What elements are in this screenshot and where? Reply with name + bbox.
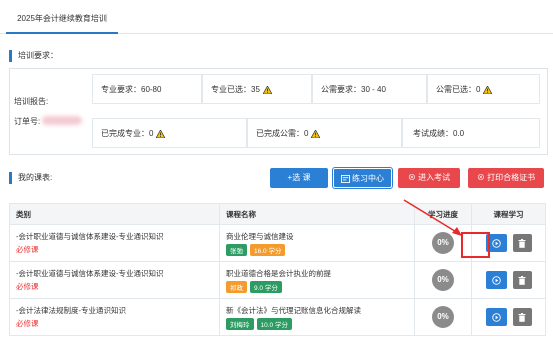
delete-button[interactable] <box>512 308 532 326</box>
order-number-redacted <box>42 116 82 125</box>
header-course-name: 课程名称 <box>219 203 415 225</box>
progress-badge: 0% <box>432 269 454 291</box>
category-text: -会计职业道德与诚信体系建设-专业通识知识 <box>16 269 164 278</box>
table-header-row: 类别 课程名称 学习进度 课程学习 <box>9 203 546 225</box>
professional-selected-text: 专业已选：35 <box>211 85 260 94</box>
public-selected-cell: 公需已选：0 <box>427 74 540 104</box>
teacher-tag: 刘梅玲 <box>226 317 254 330</box>
category-cell: -会计职业道德与诚信体系建设-专业通识知识 必修课 <box>9 224 220 262</box>
delete-button[interactable] <box>512 234 532 252</box>
course-name[interactable]: 新《会计法》与代理记账信息化合规解读 <box>226 306 361 315</box>
practice-icon <box>341 174 350 183</box>
trash-icon <box>518 275 526 285</box>
trash-icon <box>518 238 526 248</box>
public-requirement-text: 公需要求：30 - 40 <box>321 85 386 94</box>
practice-center-label: 练习中心 <box>352 174 384 183</box>
exam-score-cell: 考试成绩：0.0 <box>402 118 540 148</box>
course-table: 类别 课程名称 学习进度 课程学习 -会计职业道德与诚信体系建设-专业通识知识必… <box>9 203 546 336</box>
teacher-tag: 祁政 <box>226 280 247 293</box>
progress-cell: 0% <box>414 298 472 336</box>
header-category: 类别 <box>9 203 220 225</box>
add-course-button[interactable]: +选 课 <box>270 168 328 188</box>
public-requirement-cell: 公需要求：30 - 40 <box>312 74 427 104</box>
progress-badge: 0% <box>432 306 454 328</box>
credit-tag: 9.0 学分 <box>250 280 282 293</box>
required-label: 必修课 <box>16 245 39 254</box>
table-row: -会计职业道德与诚信体系建设-专业通识知识 必修课 职业道德合格是会计执业的前提祁… <box>9 261 546 299</box>
exam-score-text: 考试成绩：0.0 <box>413 129 465 138</box>
table-row: -会计法律法规制度-专业通识知识 必修课 新《会计法》与代理记账信息化合规解读刘梅… <box>9 298 546 336</box>
completed-public-text: 已完成公需：0 <box>256 129 309 138</box>
play-button[interactable] <box>485 271 507 289</box>
training-report-label: 培训报告: <box>14 97 49 106</box>
annotation-arrow <box>403 199 462 236</box>
practice-center-button[interactable]: 练习中心 <box>332 167 393 189</box>
header-study: 课程学习 <box>471 203 546 225</box>
professional-selected-cell: 专业已选：35 <box>202 74 312 104</box>
warning-icon <box>483 85 493 94</box>
enter-exam-label: 进入考试 <box>418 173 451 182</box>
completed-public-cell: 已完成公需：0 <box>247 118 402 148</box>
completed-professional-cell: 已完成专业：0 <box>92 118 247 148</box>
tab-bar: 2025年会计继续教育培训 <box>0 0 553 34</box>
tab-training-2025[interactable]: 2025年会计继续教育培训 <box>6 10 118 34</box>
study-cell <box>471 261 546 299</box>
course-cell: 职业道德合格是会计执业的前提祁政 9.0 学分 <box>219 261 415 299</box>
completed-professional-text: 已完成专业：0 <box>101 129 154 138</box>
trash-icon <box>518 312 526 322</box>
course-name[interactable]: 职业道德合格是会计执业的前提 <box>226 269 331 278</box>
teacher-tag: 张弛 <box>226 243 247 256</box>
close-circle-icon: ⊗ <box>476 173 488 182</box>
study-cell <box>471 298 546 336</box>
category-cell: -会计法律法规制度-专业通识知识 必修课 <box>9 298 220 336</box>
category-text: -会计职业道德与诚信体系建设-专业通识知识 <box>16 232 164 241</box>
progress-cell: 0% <box>414 261 472 299</box>
training-requirements-title: 培训要求： <box>9 50 58 62</box>
course-name[interactable]: 商业伦理与诚信建设 <box>226 232 294 241</box>
play-icon <box>491 238 501 248</box>
my-courses-title: 我的课表: <box>9 172 52 184</box>
delete-button[interactable] <box>512 271 532 289</box>
public-selected-text: 公需已选：0 <box>436 85 481 94</box>
close-circle-icon: ⊗ <box>407 173 419 182</box>
enter-exam-button[interactable]: ⊗ 进入考试 <box>398 168 460 188</box>
highlight-box <box>461 232 490 258</box>
order-number-label: 订单号: <box>14 117 41 126</box>
print-certificate-label: 打印合格证书 <box>487 173 536 182</box>
category-cell: -会计职业道德与诚信体系建设-专业通识知识 必修课 <box>9 261 220 299</box>
course-cell: 商业伦理与诚信建设张弛 16.0 学分 <box>219 224 415 262</box>
play-icon <box>491 275 501 285</box>
required-label: 必修课 <box>16 282 39 291</box>
warning-icon <box>262 85 272 94</box>
credit-tag: 10.0 学分 <box>256 317 292 330</box>
required-label: 必修课 <box>16 319 39 328</box>
course-cell: 新《会计法》与代理记账信息化合规解读刘梅玲 10.0 学分 <box>219 298 415 336</box>
warning-icon <box>156 129 166 138</box>
play-button[interactable] <box>485 308 507 326</box>
category-text: -会计法律法规制度-专业通识知识 <box>16 306 126 315</box>
credit-tag: 16.0 学分 <box>250 243 286 256</box>
professional-requirement-text: 专业要求：60-80 <box>101 85 162 94</box>
print-certificate-button[interactable]: ⊗ 打印合格证书 <box>468 168 544 188</box>
professional-requirement-cell: 专业要求：60-80 <box>92 74 202 104</box>
warning-icon <box>311 129 321 138</box>
play-icon <box>491 312 501 322</box>
